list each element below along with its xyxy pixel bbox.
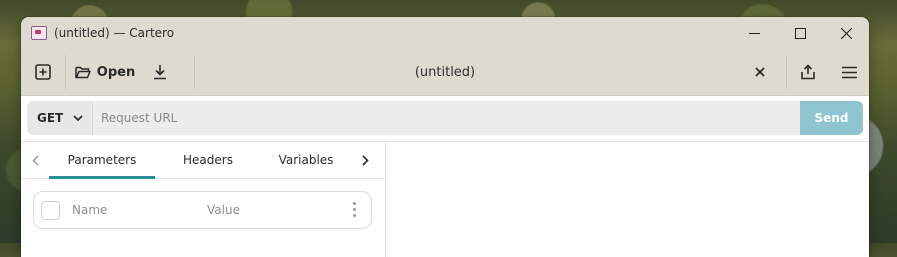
tabs-scroll-right-button[interactable] — [351, 142, 379, 178]
parameter-row: Name Value — [33, 191, 372, 229]
kebab-menu-icon[interactable] — [353, 202, 357, 217]
tab-parameters[interactable]: Parameters — [49, 142, 155, 179]
tabs-scroll-left-button[interactable] — [21, 142, 49, 178]
minimize-button[interactable] — [731, 17, 777, 49]
window-title: (untitled) — Cartero — [54, 26, 175, 40]
app-icon — [31, 26, 47, 40]
chevron-down-icon — [73, 114, 83, 121]
download-icon — [154, 65, 166, 80]
request-bar: GET Send — [27, 101, 863, 135]
tab-bar: Parameters Headers Variables — [21, 142, 385, 179]
parameter-enabled-checkbox[interactable] — [41, 200, 60, 220]
maximize-icon — [794, 27, 806, 39]
tab-label: Parameters — [67, 153, 137, 167]
save-button[interactable] — [140, 49, 180, 95]
new-tab-icon — [35, 64, 51, 80]
chevron-left-icon — [31, 154, 39, 166]
folder-open-icon — [75, 66, 91, 79]
chevron-right-icon — [361, 154, 369, 166]
headerbar: Open (untitled) — [21, 49, 869, 96]
titlebar: (untitled) — Cartero — [21, 17, 869, 49]
share-icon — [801, 64, 815, 80]
parameter-name-field[interactable]: Name — [72, 203, 207, 217]
close-button[interactable] — [823, 17, 869, 49]
close-tab-button[interactable] — [740, 49, 780, 95]
minimize-icon — [748, 32, 760, 34]
open-button-label: Open — [96, 64, 136, 80]
app-window: (untitled) — Cartero Open (untitled) GET… — [21, 17, 869, 257]
tab-variables[interactable]: Variables — [261, 142, 351, 178]
new-request-button[interactable] — [21, 49, 65, 95]
tab-headers[interactable]: Headers — [155, 142, 261, 178]
open-button[interactable]: Open — [70, 49, 140, 95]
maximize-button[interactable] — [777, 17, 823, 49]
headerbar-separator — [65, 55, 66, 89]
send-button[interactable]: Send — [800, 101, 863, 135]
parameter-value-field[interactable]: Value — [207, 203, 240, 217]
headerbar-right — [740, 49, 869, 95]
close-tab-icon — [755, 67, 765, 77]
request-pane: Parameters Headers Variables Name Value — [21, 142, 386, 257]
headerbar-separator — [194, 55, 195, 89]
url-input[interactable] — [93, 101, 800, 135]
method-label: GET — [37, 111, 64, 125]
hamburger-menu-icon — [841, 66, 857, 78]
close-icon — [840, 27, 852, 39]
main-menu-button[interactable] — [829, 49, 869, 95]
export-button[interactable] — [787, 49, 829, 95]
tab-label: Headers — [183, 153, 233, 167]
tab-label: Variables — [278, 153, 334, 167]
method-dropdown[interactable]: GET — [27, 101, 93, 135]
window-controls — [731, 17, 869, 49]
